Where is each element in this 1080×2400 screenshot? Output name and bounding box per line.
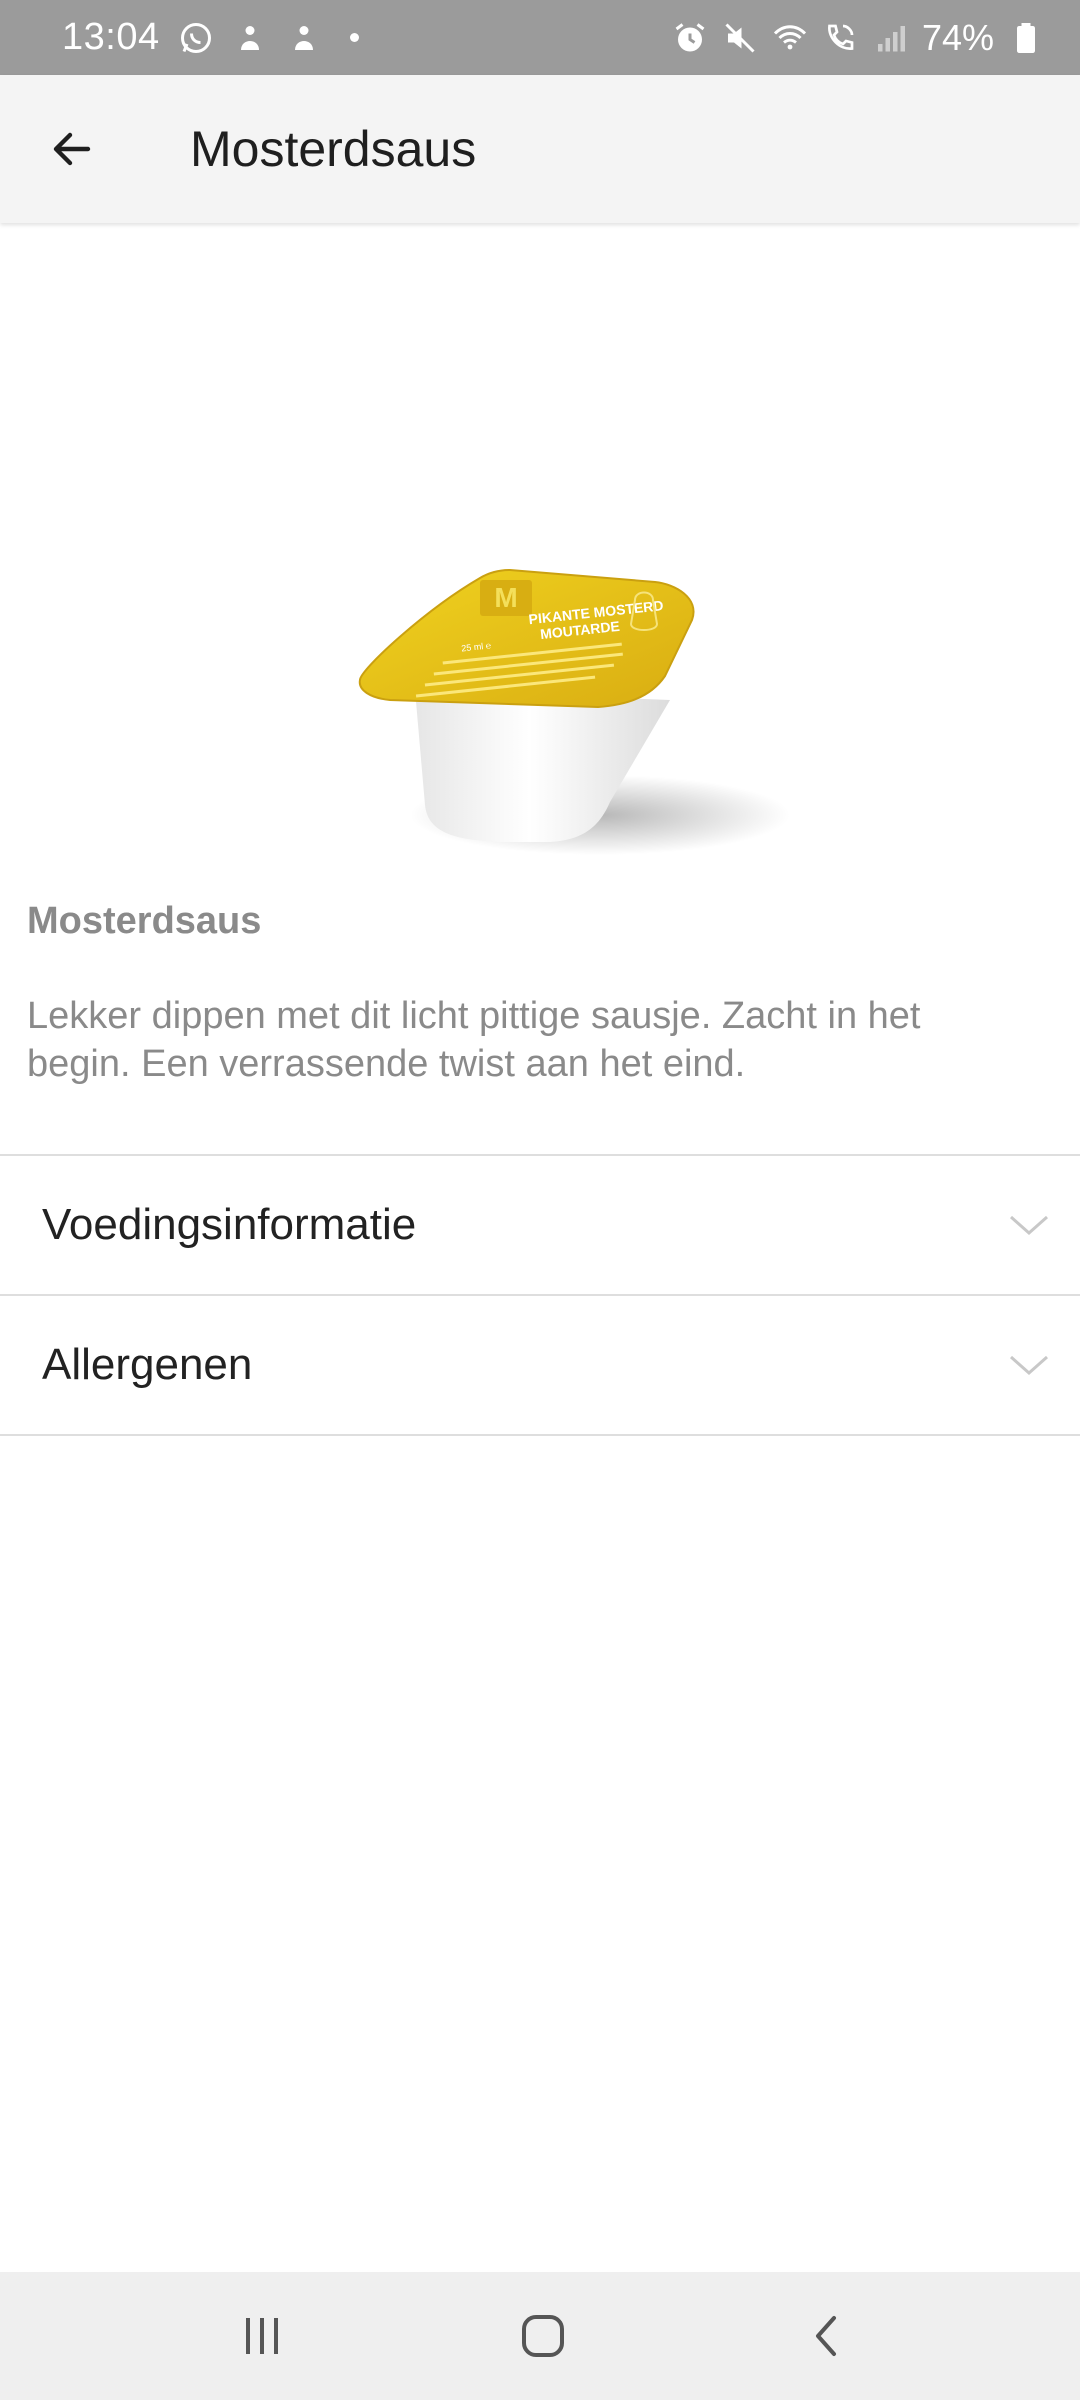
product-name: Mosterdsaus bbox=[27, 900, 262, 942]
svg-text:M: M bbox=[494, 582, 517, 613]
divider bbox=[0, 1434, 1080, 1436]
product-description: Lekker dippen met dit licht pittige saus… bbox=[27, 995, 921, 1085]
chevron-down-icon bbox=[1010, 1215, 1048, 1236]
status-left: 13:04 bbox=[62, 0, 359, 75]
app-bar: Mosterdsaus bbox=[0, 75, 1080, 223]
mute-icon bbox=[725, 22, 755, 53]
nav-back-button[interactable] bbox=[778, 2296, 874, 2376]
status-bar: 13:04 74% bbox=[0, 0, 1080, 75]
notification-icon bbox=[294, 25, 313, 50]
signal-icon bbox=[877, 25, 905, 51]
home-icon bbox=[522, 2315, 564, 2357]
status-right: 74% bbox=[672, 0, 1044, 75]
arrow-left-icon bbox=[53, 132, 91, 166]
wifi-icon bbox=[773, 24, 806, 49]
battery-icon bbox=[1017, 22, 1035, 53]
whatsapp-icon bbox=[180, 22, 211, 53]
chevron-down-icon bbox=[1010, 1355, 1048, 1376]
home-button[interactable] bbox=[495, 2296, 591, 2376]
page-title: Mosterdsaus bbox=[190, 121, 477, 177]
sauce-cup-image: M PIKANTE MOSTERD MOUTARDE 25 ml ℮ bbox=[358, 568, 790, 855]
recent-apps-icon bbox=[246, 2318, 278, 2354]
accordion-allergenen[interactable]: Allergenen bbox=[0, 1296, 1080, 1434]
notification-icon bbox=[240, 25, 259, 50]
back-icon bbox=[816, 2316, 836, 2356]
accordion-label: Allergenen bbox=[42, 1340, 253, 1389]
recent-apps-button[interactable] bbox=[214, 2296, 310, 2376]
accordion-voedingsinformatie[interactable]: Voedingsinformatie bbox=[0, 1156, 1080, 1294]
alarm-icon bbox=[675, 22, 705, 51]
wifi-call-icon bbox=[828, 24, 854, 50]
battery-percent: 74% bbox=[921, 16, 994, 58]
system-nav-bar bbox=[0, 2272, 1080, 2400]
more-dot-icon bbox=[349, 33, 359, 42]
back-button[interactable] bbox=[28, 105, 116, 193]
status-time: 13:04 bbox=[62, 16, 160, 58]
accordion-label: Voedingsinformatie bbox=[42, 1200, 417, 1249]
